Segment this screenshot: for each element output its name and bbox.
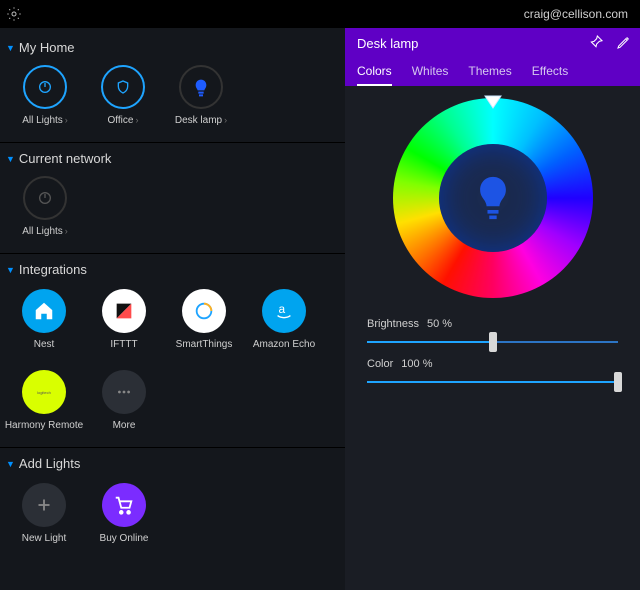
collapse-icon: ▼ <box>6 265 15 275</box>
color-slider[interactable] <box>367 376 618 388</box>
brightness-slider[interactable] <box>367 336 618 348</box>
chip-more[interactable]: More <box>98 370 150 431</box>
chip-nest[interactable]: Nest <box>18 289 70 350</box>
device-desk-lamp[interactable]: Desk lamp› <box>174 65 228 126</box>
collapse-icon: ▼ <box>6 43 15 53</box>
chip-label: New Light <box>22 533 66 544</box>
section-title: My Home <box>19 40 75 55</box>
edit-pencil-icon[interactable] <box>616 34 632 53</box>
panel-title: Desk lamp <box>357 36 418 51</box>
section-title: Add Lights <box>19 456 80 471</box>
color-label: Color <box>367 358 393 370</box>
section-header-network[interactable]: ▼ Current network <box>0 145 345 172</box>
ring-icon <box>182 289 226 333</box>
divider <box>0 447 345 448</box>
brightness-value: 50 % <box>427 318 452 330</box>
device-all-lights[interactable]: All Lights› <box>18 176 72 237</box>
chip-label: IFTTT <box>110 339 137 350</box>
bulb-blue-icon <box>193 79 209 95</box>
bulb-icon <box>439 144 547 252</box>
chip-ifttt[interactable]: IFTTT <box>98 289 150 350</box>
chip-new-light[interactable]: New Light <box>18 483 70 544</box>
divider <box>0 253 345 254</box>
pin-icon[interactable] <box>588 34 604 53</box>
device-office[interactable]: Office› <box>96 65 150 126</box>
chip-buy-online[interactable]: Buy Online <box>98 483 150 544</box>
shield-icon <box>115 79 131 95</box>
settings-gear-icon[interactable] <box>6 6 22 22</box>
color-wheel[interactable] <box>393 98 593 298</box>
collapse-icon: ▼ <box>6 459 15 469</box>
section-title: Current network <box>19 151 111 166</box>
chip-harmony-remote[interactable]: logitechHarmony Remote <box>18 370 70 431</box>
section-title: Integrations <box>19 262 87 277</box>
tab-colors[interactable]: Colors <box>357 58 392 86</box>
chip-label: SmartThings <box>176 339 233 350</box>
chip-label: Harmony Remote <box>5 420 83 431</box>
device-label: All Lights› <box>22 115 68 126</box>
power-icon <box>37 79 53 95</box>
svg-text:a: a <box>279 302 286 316</box>
chip-label: Nest <box>34 339 55 350</box>
dots-icon <box>102 370 146 414</box>
text-logitech-icon: logitech <box>22 370 66 414</box>
color-picker-handle[interactable] <box>483 94 503 113</box>
brightness-label: Brightness <box>367 318 419 330</box>
device-label: Desk lamp› <box>175 115 227 126</box>
power-icon <box>37 190 53 206</box>
color-value: 100 % <box>401 358 432 370</box>
svg-text:logitech: logitech <box>37 390 51 395</box>
ifttt-icon <box>102 289 146 333</box>
tab-whites[interactable]: Whites <box>412 58 449 86</box>
device-all-lights[interactable]: All Lights› <box>18 65 72 126</box>
chip-label: Buy Online <box>100 533 149 544</box>
amazon-icon: a <box>262 289 306 333</box>
tab-effects[interactable]: Effects <box>532 58 568 86</box>
section-header-integrations[interactable]: ▼ Integrations <box>0 256 345 283</box>
chip-label: Amazon Echo <box>253 339 315 350</box>
section-header-addlights[interactable]: ▼ Add Lights <box>0 450 345 477</box>
tab-themes[interactable]: Themes <box>468 58 511 86</box>
chip-label: More <box>113 420 136 431</box>
section-header-myhome[interactable]: ▼ My Home <box>0 34 345 61</box>
chip-smartthings[interactable]: SmartThings <box>178 289 230 350</box>
divider <box>0 142 345 143</box>
account-email: craig@cellison.com <box>524 7 628 21</box>
device-label: All Lights› <box>22 226 68 237</box>
chip-amazon-echo[interactable]: aAmazon Echo <box>258 289 310 350</box>
device-label: Office› <box>108 115 139 126</box>
collapse-icon: ▼ <box>6 154 15 164</box>
cart-icon <box>102 483 146 527</box>
home-icon <box>22 289 66 333</box>
plus-icon <box>22 483 66 527</box>
